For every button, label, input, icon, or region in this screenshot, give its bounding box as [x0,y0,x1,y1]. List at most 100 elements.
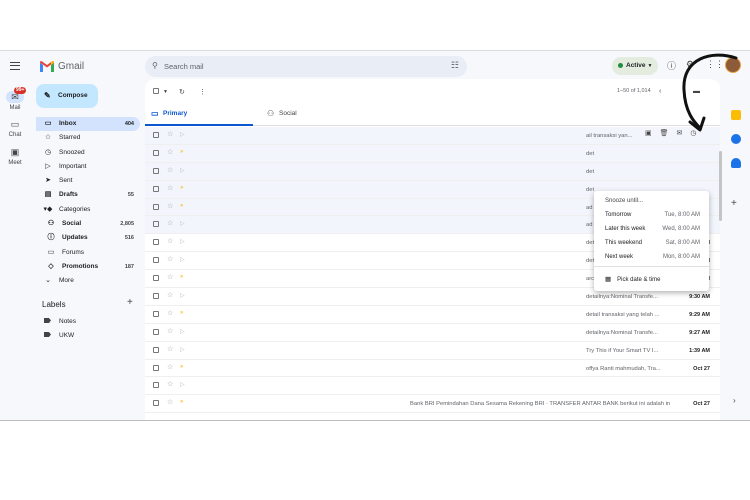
tab-primary[interactable]: ▭ Primary [145,101,253,126]
important-marker-icon[interactable]: ▷ [180,167,185,174]
sidebar-item-more[interactable]: ⌄ More [36,274,140,288]
input-tools-icon[interactable]: ▬ [693,88,700,95]
star-icon[interactable]: ☆ [167,237,173,245]
compose-button[interactable]: ✎ Compose [36,84,98,108]
sidebar-item-sent[interactable]: ➤ Sent [36,174,140,188]
settings-icon[interactable]: ⚙ [686,59,694,70]
scrollbar[interactable] [719,151,722,221]
sidebar-item-starred[interactable]: ☆ Starred [36,131,140,145]
status-selector[interactable]: Active ▼ [612,57,658,75]
snooze-option-this-weekend[interactable]: This weekend Sat, 8:00 AM [605,240,700,246]
sidebar-item-drafts[interactable]: ▤ Drafts 55 [36,188,140,202]
row-checkbox[interactable] [153,364,159,373]
row-checkbox[interactable] [153,293,159,301]
important-marker-icon[interactable]: ▷ [180,328,185,335]
prev-page-icon[interactable]: ‹ [659,88,661,95]
tab-social[interactable]: ⚇ Social [261,101,371,126]
sidebar-item-categories[interactable]: ▾◆ Categories [36,203,140,217]
row-checkbox[interactable] [153,310,159,319]
important-marker-icon[interactable]: ▷ [180,238,185,245]
delete-icon[interactable]: 🗑 [660,129,669,137]
sidebar-item-inbox[interactable]: ▭ Inbox 404 [36,117,140,132]
refresh-icon[interactable]: ↻ [179,88,185,96]
star-icon[interactable]: ☆ [167,255,173,263]
rail-mail[interactable]: ✉ 99+ Mail [0,87,30,111]
select-dropdown-icon[interactable]: ▼ [163,89,168,95]
important-marker-icon[interactable]: » [180,274,183,280]
star-icon[interactable]: ☆ [167,184,173,192]
search-input[interactable]: Search mail [164,62,204,71]
row-checkbox[interactable] [153,167,159,176]
snooze-icon[interactable]: ◷ [690,129,696,137]
important-marker-icon[interactable]: » [180,364,183,370]
row-checkbox[interactable] [153,132,159,140]
gmail-logo[interactable]: Gmail [40,59,84,73]
important-marker-icon[interactable]: » [180,399,183,405]
star-icon[interactable]: ☆ [167,309,173,317]
search-bar[interactable]: ⚲ Search mail ☷ [145,56,467,77]
expand-panel-icon[interactable]: › [733,396,736,405]
star-icon[interactable]: ☆ [167,380,173,388]
important-marker-icon[interactable]: ▷ [180,346,185,353]
star-icon[interactable]: ☆ [167,148,173,156]
important-marker-icon[interactable]: ▷ [180,292,185,299]
search-options-icon[interactable]: ☷ [451,60,459,71]
more-options-icon[interactable]: ⋮ [199,88,206,96]
star-icon[interactable]: ☆ [167,398,173,406]
star-icon[interactable]: ☆ [167,273,173,281]
help-icon[interactable]: ⓘ [667,59,676,72]
snooze-pick-date-time[interactable]: ▦ Pick date & time [605,275,661,283]
important-marker-icon[interactable]: » [180,203,183,209]
star-icon[interactable]: ☆ [167,202,173,210]
snooze-option-tomorrow[interactable]: Tomorrow Tue, 8:00 AM [605,212,700,218]
sidebar-item-updates[interactable]: ⓘ Updates 516 [36,231,140,245]
contacts-icon[interactable] [731,158,741,168]
row-checkbox[interactable] [153,149,159,158]
important-marker-icon[interactable]: ▷ [180,220,185,227]
important-marker-icon[interactable]: » [180,149,183,155]
snooze-option-next-week[interactable]: Next week Mon, 8:00 AM [605,254,700,260]
mark-unread-icon[interactable]: ✉ [677,129,683,137]
row-checkbox[interactable] [153,328,159,337]
archive-icon[interactable]: ▣ [645,129,652,137]
table-row[interactable]: ☆ ▷ det [145,162,720,181]
snooze-option-later-this-week[interactable]: Later this week Wed, 8:00 AM [605,226,700,232]
keep-icon[interactable] [731,110,741,120]
row-checkbox[interactable] [153,275,159,283]
row-checkbox[interactable] [153,203,159,212]
important-marker-icon[interactable]: » [180,310,183,316]
table-row[interactable]: ☆ ▷ Try This if Your Smart TV I... 1:39 AM [145,341,720,360]
star-icon[interactable]: ☆ [167,345,173,353]
apps-grid-icon[interactable]: ⋮⋮ [706,59,724,70]
row-checkbox[interactable] [153,221,159,229]
rail-meet[interactable]: ▣ Meet [0,146,30,166]
important-marker-icon[interactable]: ▷ [180,381,185,388]
select-all-checkbox[interactable] [153,88,159,96]
tasks-icon[interactable] [731,134,741,144]
sidebar-item-social[interactable]: ⚇ Social 2,805 [36,217,140,231]
important-marker-icon[interactable]: ▷ [180,131,185,138]
star-icon[interactable]: ☆ [167,166,173,174]
table-row[interactable]: ☆ » detail transaksi yang telah ... 9:29 AM [145,305,720,324]
important-marker-icon[interactable]: » [180,185,183,191]
row-checkbox[interactable] [153,239,159,247]
row-checkbox[interactable] [153,257,159,265]
table-row[interactable]: ☆ ▷ detailnya:Nominal Transfe... 9:27 AM [145,323,720,342]
add-addon-icon[interactable]: + [731,198,737,209]
table-row[interactable]: ☆ ▷ [145,377,720,396]
sidebar-item-important[interactable]: ▷ Important [36,160,140,174]
star-icon[interactable]: ☆ [167,363,173,371]
sidebar-item-snoozed[interactable]: ◷ Snoozed [36,146,140,160]
star-icon[interactable]: ☆ [167,291,173,299]
table-row[interactable]: ☆ » det [145,144,720,163]
star-icon[interactable]: ☆ [167,327,173,335]
table-row[interactable]: ☆ » Bank BRI Pemindahan Dana Sesama Rekeni… [145,395,720,414]
star-icon[interactable]: ☆ [167,130,173,138]
sidebar-item-forums[interactable]: ▭ Forums [36,246,140,260]
account-avatar[interactable] [725,57,741,73]
table-row[interactable]: ☆ ▷ ail transaksi yan... ▣ 🗑 ✉ ◷ [145,127,720,145]
row-checkbox[interactable] [153,346,159,355]
label-item-ukw[interactable]: UKW [44,332,74,339]
main-menu-icon[interactable] [10,62,20,70]
sidebar-item-promotions[interactable]: ◇ Promotions 187 [36,260,140,274]
